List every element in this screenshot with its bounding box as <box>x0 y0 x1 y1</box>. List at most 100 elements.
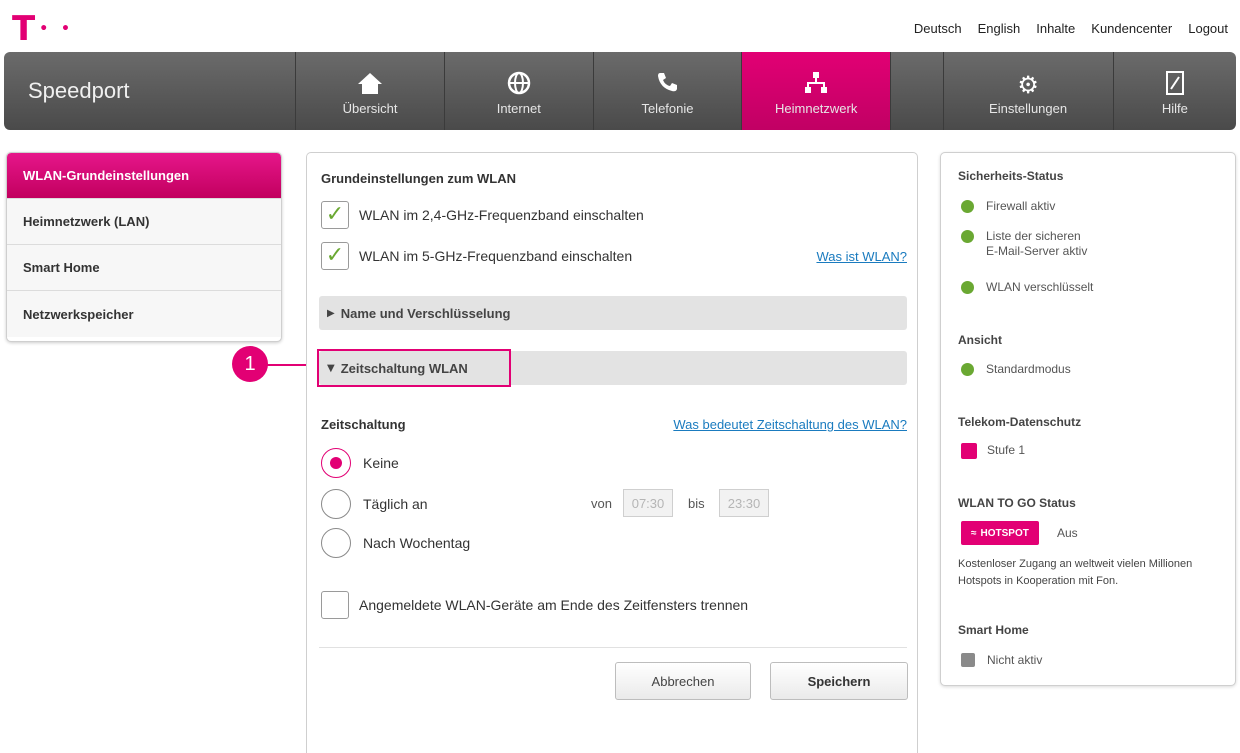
main-panel: Grundeinstellungen zum WLAN ✓ WLAN im 2,… <box>306 152 918 753</box>
top-links: Deutsch English Inhalte Kundencenter Log… <box>914 21 1228 36</box>
radio-keine[interactable] <box>321 448 351 478</box>
checkbox-5ghz[interactable]: ✓ <box>321 242 349 270</box>
radio-wochentag[interactable] <box>321 528 351 558</box>
nav-einstellungen[interactable]: ⚙ Einstellungen <box>944 52 1114 130</box>
security-status-title: Sicherheits-Status <box>958 169 1064 183</box>
telekom-logo[interactable]: T • • <box>12 12 74 46</box>
status-mail-text: Liste der sicheren E-Mail-Server aktiv <box>986 229 1087 259</box>
privacy-title: Telekom-Datenschutz <box>958 415 1082 429</box>
hotspot-state: Aus <box>1057 526 1078 540</box>
status-wlan-encryption: WLAN verschlüsselt <box>961 280 1093 295</box>
radio-keine-label: Keine <box>363 455 399 471</box>
radio-row-wochentag: Nach Wochentag <box>321 528 470 558</box>
triangle-right-icon: ▶ <box>327 307 335 319</box>
status-privacy: Stufe 1 <box>961 443 1025 459</box>
ok-dot-icon <box>961 281 974 294</box>
main-nav: Speedport Übersicht Internet Telefonie H… <box>4 52 1236 130</box>
status-panel: Sicherheits-Status Firewall aktiv Liste … <box>940 152 1236 686</box>
page: T • • Deutsch English Inhalte Kundencent… <box>0 0 1240 753</box>
accordion-name-verschluesselung[interactable]: ▶ Name und Verschlüsselung <box>319 296 907 330</box>
status-mail-server: Liste der sicheren E-Mail-Server aktiv <box>961 229 1087 259</box>
link-logout[interactable]: Logout <box>1188 21 1228 36</box>
ok-dot-icon <box>961 200 974 213</box>
help-link-wlan[interactable]: Was ist WLAN? <box>816 249 907 264</box>
help-link-zeitschaltung[interactable]: Was bedeutet Zeitschaltung des WLAN? <box>673 417 907 432</box>
hotspot-badge[interactable]: ≈ HOTSPOT <box>961 521 1039 545</box>
save-button[interactable]: Speichern <box>770 662 908 700</box>
von-label: von <box>591 496 612 511</box>
cancel-button[interactable]: Abbrechen <box>615 662 751 700</box>
view-title: Ansicht <box>958 333 1003 347</box>
status-firewall: Firewall aktiv <box>961 199 1055 214</box>
radio-dot <box>330 457 342 469</box>
radio-taeglich-label: Täglich an <box>363 496 428 512</box>
check-icon: ✓ <box>325 202 345 227</box>
nav-telefonie-label: Telefonie <box>641 100 694 116</box>
status-view-mode: Standardmodus <box>961 362 1071 377</box>
link-deutsch[interactable]: Deutsch <box>914 21 962 36</box>
network-icon <box>804 71 828 101</box>
smart-home-icon <box>961 653 975 667</box>
nav-telefonie[interactable]: Telefonie <box>594 52 743 130</box>
nav-internet[interactable]: Internet <box>445 52 594 130</box>
globe-icon <box>507 71 531 101</box>
nav-heimnetzwerk-label: Heimnetzwerk <box>775 100 858 116</box>
status-firewall-label: Firewall aktiv <box>986 199 1056 213</box>
privacy-icon <box>961 443 977 459</box>
home-icon <box>357 71 383 101</box>
zeitschaltung-title: Zeitschaltung <box>321 417 406 432</box>
bis-time-input[interactable] <box>719 489 769 517</box>
wifi-icon: ≈ <box>971 527 977 539</box>
checkbox-row-5ghz: ✓ WLAN im 5-GHz-Frequenzband einschalten <box>321 242 632 270</box>
status-wlan-label: WLAN verschlüsselt <box>986 280 1094 294</box>
view-mode-label: Standardmodus <box>986 362 1071 376</box>
accordion-name-label: Name und Verschlüsselung <box>340 305 511 321</box>
radio-taeglich[interactable] <box>321 489 351 519</box>
nav-einstellungen-label: Einstellungen <box>989 100 1068 116</box>
nav-hilfe-label: Hilfe <box>1161 100 1188 116</box>
checkbox-row-24ghz: ✓ WLAN im 2,4-GHz-Frequenzband einschalt… <box>321 201 644 229</box>
help-icon <box>1165 70 1184 101</box>
ok-dot-icon <box>961 363 974 376</box>
sidebar-item-smart-home[interactable]: Smart Home <box>7 245 281 291</box>
status-mail-line1: Liste der sicheren <box>986 229 1081 243</box>
link-kundencenter[interactable]: Kundencenter <box>1091 21 1172 36</box>
ok-dot-icon <box>961 230 974 243</box>
wlan-to-go-title: WLAN TO GO Status <box>958 496 1076 510</box>
brand-title: Speedport <box>4 52 297 130</box>
smart-home-title: Smart Home <box>958 623 1029 637</box>
nav-spacer <box>891 52 944 130</box>
checkbox-trennen-label: Angemeldete WLAN-Geräte am Ende des Zeit… <box>359 597 749 613</box>
divider <box>319 647 907 648</box>
logo-dots: • • <box>39 21 74 37</box>
radio-row-taeglich: Täglich an <box>321 489 428 519</box>
sidebar-item-netzwerkspeicher[interactable]: Netzwerkspeicher <box>7 291 281 337</box>
hotspot-label: HOTSPOT <box>980 527 1029 539</box>
smart-home-state: Nicht aktiv <box>987 653 1043 667</box>
hotspot-description: Kostenloser Zugang an weltweit vielen Mi… <box>958 558 1193 587</box>
checkbox-trennen[interactable] <box>321 591 349 619</box>
von-time-input[interactable] <box>623 489 673 517</box>
checkbox-24ghz[interactable]: ✓ <box>321 201 349 229</box>
privacy-level-label: Stufe 1 <box>987 443 1026 457</box>
sidebar-item-wlan-grundeinstellungen[interactable]: WLAN-Grundeinstellungen <box>7 153 281 199</box>
status-mail-line2: E-Mail-Server aktiv <box>986 244 1088 258</box>
callout-marker: 1 <box>232 346 268 382</box>
checkbox-5ghz-label: WLAN im 5-GHz-Frequenzband einschalten <box>359 248 633 264</box>
nav-heimnetzwerk[interactable]: Heimnetzwerk <box>742 52 892 130</box>
telekom-t-logo: T <box>12 9 36 49</box>
gear-icon: ⚙ <box>1017 70 1039 99</box>
bis-label: bis <box>688 496 705 511</box>
nav-uebersicht-label: Übersicht <box>342 100 398 116</box>
sidebar-item-heimnetzwerk-lan[interactable]: Heimnetzwerk (LAN) <box>7 199 281 245</box>
check-icon: ✓ <box>325 243 345 268</box>
checkbox-row-trennen: Angemeldete WLAN-Geräte am Ende des Zeit… <box>321 591 748 619</box>
section-title: Grundeinstellungen zum WLAN <box>321 171 516 186</box>
sidebar: WLAN-Grundeinstellungen Heimnetzwerk (LA… <box>6 152 282 342</box>
status-smart-home: Nicht aktiv <box>961 653 1042 668</box>
nav-uebersicht[interactable]: Übersicht <box>296 52 445 130</box>
nav-hilfe[interactable]: Hilfe <box>1114 52 1236 130</box>
link-inhalte[interactable]: Inhalte <box>1036 21 1075 36</box>
link-english[interactable]: English <box>978 21 1021 36</box>
nav-internet-label: Internet <box>496 100 541 116</box>
